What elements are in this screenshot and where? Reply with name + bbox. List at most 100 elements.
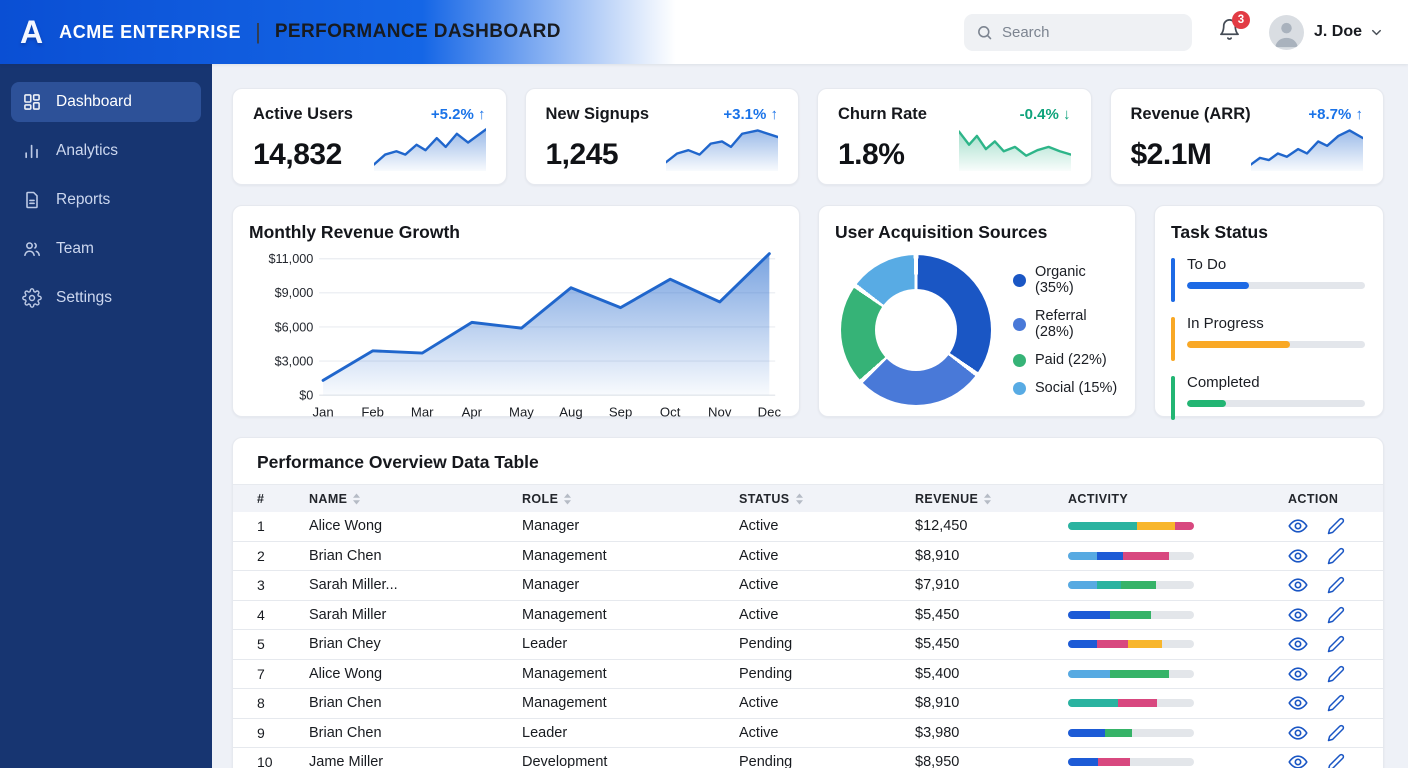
table-row: 5 Brian Chey Leader Pending $5,450 (233, 630, 1383, 660)
search-box[interactable] (964, 14, 1192, 51)
legend-item: Organic (35%) (1013, 264, 1119, 296)
activity-segment (1105, 729, 1133, 737)
column-header-label: ACTION (1288, 492, 1338, 506)
task-accent-bar (1171, 317, 1175, 361)
task-label: Completed (1187, 374, 1365, 391)
user-name[interactable]: J. Doe (1314, 23, 1362, 41)
sidebar-item-label: Reports (56, 191, 110, 209)
edit-pencil-icon[interactable] (1327, 665, 1345, 683)
sort-icon[interactable] (352, 493, 361, 505)
legend-label: Paid (22%) (1035, 352, 1107, 368)
table-row: 9 Brian Chen Leader Active $3,980 (233, 719, 1383, 749)
cell-role: Manager (522, 518, 739, 534)
sidebar-item-label: Team (56, 240, 94, 258)
activity-segment (1068, 670, 1110, 678)
sidebar-item-analytics[interactable]: Analytics (11, 131, 201, 171)
task-label: In Progress (1187, 315, 1365, 332)
view-eye-icon[interactable] (1288, 575, 1308, 595)
table-title: Performance Overview Data Table (233, 438, 1383, 484)
sort-icon[interactable] (795, 493, 804, 505)
view-eye-icon[interactable] (1288, 752, 1308, 768)
table-row: 3 Sarah Miller... Manager Active $7,910 (233, 571, 1383, 601)
column-header[interactable]: ROLE (522, 492, 739, 506)
svg-text:$6,000: $6,000 (275, 320, 314, 334)
sidebar-item-team[interactable]: Team (11, 229, 201, 269)
kpi-card-churn-rate: Churn Rate -0.4% ↓ 1.8% (817, 88, 1092, 185)
activity-bar (1068, 729, 1194, 737)
cell-revenue: $7,910 (915, 577, 1068, 593)
kpi-card-revenue-arr: Revenue (ARR) +8.7% ↑ $2.1M (1110, 88, 1385, 185)
sort-icon[interactable] (983, 493, 992, 505)
edit-pencil-icon[interactable] (1327, 635, 1345, 653)
svg-text:Nov: Nov (708, 405, 732, 420)
gear-icon (22, 288, 42, 308)
column-header[interactable]: NAME (309, 492, 522, 506)
column-header-label: ACTIVITY (1068, 492, 1128, 506)
trend-up-icon: ↑ (478, 106, 486, 123)
activity-segment (1068, 758, 1098, 766)
edit-pencil-icon[interactable] (1327, 694, 1345, 712)
sparkline-chart (666, 125, 778, 171)
view-eye-icon[interactable] (1288, 546, 1308, 566)
cell-index: 2 (257, 548, 309, 564)
view-eye-icon[interactable] (1288, 664, 1308, 684)
activity-segment (1068, 729, 1105, 737)
team-people-icon (22, 239, 42, 259)
task-label: To Do (1187, 256, 1365, 273)
edit-pencil-icon[interactable] (1327, 576, 1345, 594)
cell-status: Active (739, 577, 915, 593)
edit-pencil-icon[interactable] (1327, 724, 1345, 742)
task-accent-bar (1171, 258, 1175, 302)
column-header[interactable]: STATUS (739, 492, 915, 506)
sidebar-item-reports[interactable]: Reports (11, 180, 201, 220)
svg-text:Jan: Jan (312, 405, 333, 420)
cell-revenue: $3,980 (915, 725, 1068, 741)
view-eye-icon[interactable] (1288, 634, 1308, 654)
cell-role: Leader (522, 636, 739, 652)
svg-text:Oct: Oct (660, 405, 681, 420)
brand-logo: A (20, 16, 43, 48)
column-header[interactable]: ACTION (1288, 492, 1383, 506)
avatar[interactable] (1269, 15, 1304, 50)
svg-text:Mar: Mar (411, 405, 434, 420)
activity-segment (1121, 581, 1156, 589)
edit-pencil-icon[interactable] (1327, 517, 1345, 535)
activity-segment (1175, 522, 1194, 530)
sidebar-item-dashboard[interactable]: Dashboard (11, 82, 201, 122)
cell-name: Jame Miller (309, 754, 522, 768)
kpi-title: Churn Rate (838, 105, 927, 124)
view-eye-icon[interactable] (1288, 693, 1308, 713)
edit-pencil-icon[interactable] (1327, 753, 1345, 768)
column-header-label: # (257, 492, 264, 506)
cell-revenue: $5,450 (915, 636, 1068, 652)
view-eye-icon[interactable] (1288, 605, 1308, 625)
column-header[interactable]: ACTIVITY (1068, 492, 1288, 506)
legend-label: Organic (35%) (1035, 264, 1119, 296)
column-header[interactable]: REVENUE (915, 492, 1068, 506)
sort-icon[interactable] (563, 493, 572, 505)
svg-text:May: May (509, 405, 534, 420)
trend-up-icon: ↑ (771, 106, 779, 123)
legend-item: Referral (28%) (1013, 308, 1119, 340)
view-eye-icon[interactable] (1288, 516, 1308, 536)
chevron-down-icon[interactable] (1369, 25, 1384, 40)
edit-pencil-icon[interactable] (1327, 606, 1345, 624)
column-header[interactable]: # (257, 492, 309, 506)
sidebar-item-settings[interactable]: Settings (11, 278, 201, 318)
activity-segment (1110, 670, 1169, 678)
sparkline-chart (1251, 125, 1363, 171)
kpi-title: Revenue (ARR) (1131, 105, 1251, 124)
sparkline-chart (374, 125, 486, 171)
view-eye-icon[interactable] (1288, 723, 1308, 743)
task-status-card: Task Status To Do (1154, 205, 1384, 417)
table-row: 8 Brian Chen Management Active $8,910 (233, 689, 1383, 719)
search-input[interactable] (1002, 24, 1180, 41)
legend-dot (1013, 274, 1026, 287)
edit-pencil-icon[interactable] (1327, 547, 1345, 565)
activity-bar (1068, 522, 1194, 530)
cell-index: 5 (257, 636, 309, 652)
svg-text:Dec: Dec (758, 405, 782, 420)
column-header-label: NAME (309, 492, 347, 506)
sparkline-chart (959, 125, 1071, 171)
notifications-button[interactable]: 3 (1218, 18, 1241, 46)
